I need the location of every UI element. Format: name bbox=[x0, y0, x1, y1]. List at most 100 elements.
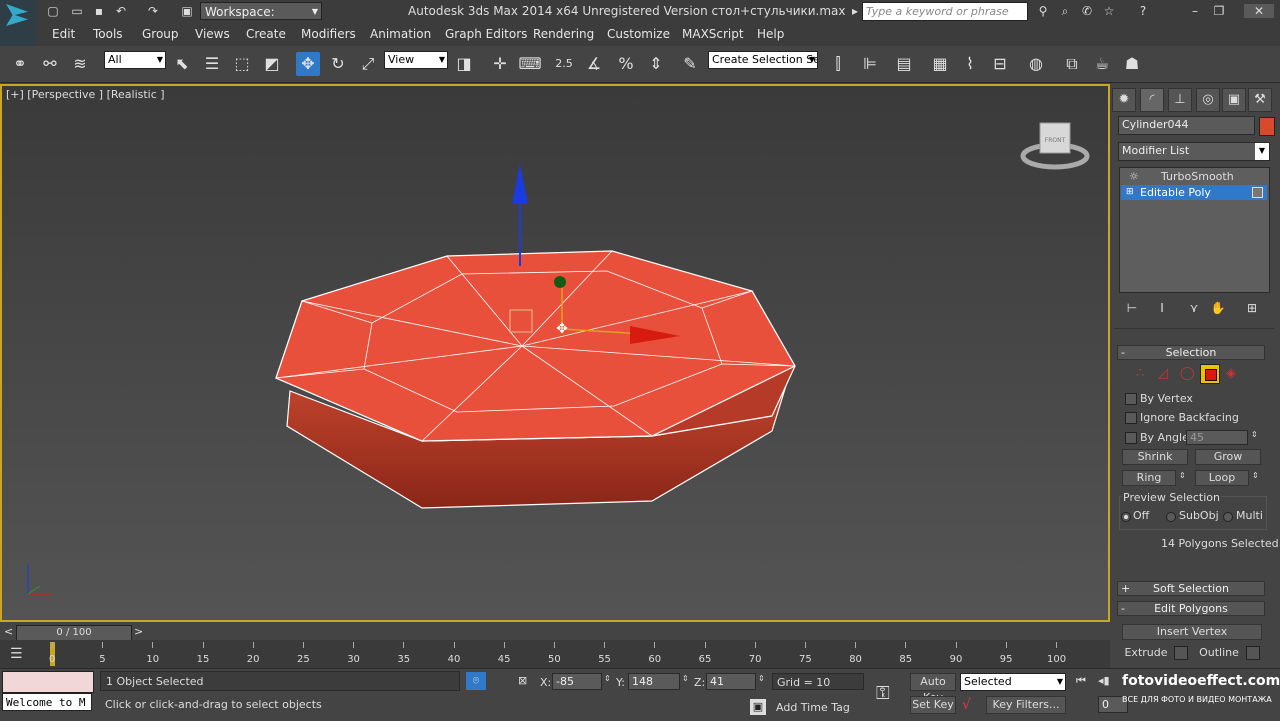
subscription-icon[interactable]: ⌕ bbox=[1058, 4, 1072, 18]
x-coordinate-field[interactable]: -85 bbox=[552, 673, 602, 690]
track-bar[interactable]: ☰ 0 5 10 15 20 25 30 35 40 45 50 55 60 65 70 75 80 85 90 95… bbox=[0, 640, 1110, 668]
select-and-rotate-icon[interactable]: ↻ bbox=[326, 52, 350, 76]
viewport-scene[interactable]: ✥ FRONT bbox=[2, 86, 1108, 620]
menu-modifiers[interactable]: Modifiers bbox=[301, 27, 356, 41]
material-editor-icon[interactable]: ◍ bbox=[1024, 52, 1048, 76]
spinner-arrows-icon[interactable]: ⇕ bbox=[1251, 430, 1258, 439]
menu-customize[interactable]: Customize bbox=[607, 27, 670, 41]
menu-maxscript[interactable]: MAXScript bbox=[682, 27, 744, 41]
previous-key-icon[interactable]: ◂▮ bbox=[1098, 674, 1110, 687]
vertex-mode-icon[interactable]: ∴ bbox=[1136, 366, 1144, 381]
outline-button[interactable]: Outline bbox=[1196, 646, 1242, 662]
y-coordinate-field[interactable]: 148 bbox=[628, 673, 680, 690]
set-key-button[interactable]: Set Key bbox=[910, 696, 956, 714]
lock-selection-icon[interactable]: ⌾ bbox=[466, 672, 486, 690]
selection-filter-dropdown[interactable]: All ▼ bbox=[104, 51, 166, 69]
perspective-viewport[interactable]: ✥ FRONT bbox=[0, 84, 1110, 622]
help-icon[interactable]: ? bbox=[1136, 4, 1150, 18]
binoculars-icon[interactable]: ⚲ bbox=[1036, 4, 1050, 18]
stack-item-turbosmooth[interactable]: ☼ TurboSmooth bbox=[1121, 169, 1267, 184]
layer-manager-icon[interactable]: ▤ bbox=[892, 52, 916, 76]
angle-spinner[interactable]: 45 bbox=[1186, 430, 1248, 445]
window-crossing-icon[interactable]: ◩ bbox=[260, 52, 284, 76]
select-by-name-icon[interactable]: ☰ bbox=[200, 52, 224, 76]
x-spinner-icon[interactable]: ⇕ bbox=[604, 674, 611, 683]
key-icon[interactable]: ⚿ bbox=[876, 683, 890, 704]
maxscript-listener-input[interactable]: Welcome to M bbox=[2, 693, 92, 711]
maxscript-listener-top[interactable] bbox=[2, 671, 94, 693]
menu-create[interactable]: Create bbox=[246, 27, 286, 41]
extrude-settings-icon[interactable] bbox=[1174, 646, 1188, 660]
motion-tab-icon[interactable]: ◎ bbox=[1196, 88, 1220, 112]
utilities-tab-icon[interactable]: ⚒ bbox=[1248, 88, 1272, 112]
reference-coordinate-dropdown[interactable]: View ▼ bbox=[384, 51, 448, 69]
undo-icon[interactable]: ↶ bbox=[114, 4, 128, 18]
ring-spinner-icon[interactable]: ⇕ bbox=[1179, 471, 1186, 480]
redo-icon[interactable]: ↷ bbox=[146, 4, 160, 18]
keyboard-shortcut-override-icon[interactable]: ⌨ bbox=[518, 52, 542, 76]
preview-subobj-radio[interactable] bbox=[1166, 512, 1176, 522]
bind-space-warp-icon[interactable]: ≋ bbox=[68, 52, 92, 76]
hierarchy-tab-icon[interactable]: ⊥ bbox=[1168, 88, 1192, 112]
link-icon[interactable]: ⚭ bbox=[8, 52, 32, 76]
z-coordinate-field[interactable]: 41 bbox=[706, 673, 756, 690]
edge-mode-icon[interactable]: ◿ bbox=[1158, 366, 1168, 381]
edit-polygons-rollout-header[interactable]: - Edit Polygons bbox=[1117, 601, 1265, 616]
search-input[interactable]: Type a keyword or phrase bbox=[862, 2, 1028, 21]
rectangular-selection-icon[interactable]: ⬚ bbox=[230, 52, 254, 76]
object-name-field[interactable]: Cylinder044 bbox=[1118, 116, 1255, 135]
percent-snap-icon[interactable]: % bbox=[614, 52, 638, 76]
stack-config-icon[interactable] bbox=[1252, 187, 1263, 198]
grow-button[interactable]: Grow bbox=[1195, 449, 1261, 465]
go-to-start-icon[interactable]: ⏮ bbox=[1076, 674, 1086, 688]
select-object-icon[interactable]: ⬉ bbox=[170, 52, 194, 76]
viewport-label[interactable]: [+] [Perspective ] [Realistic ] bbox=[6, 88, 165, 101]
align-icon[interactable]: ⊫ bbox=[858, 52, 882, 76]
auto-key-button[interactable]: Auto Key bbox=[910, 673, 956, 704]
render-production-icon[interactable]: ☗ bbox=[1120, 52, 1144, 76]
selection-rollout-header[interactable]: - Selection bbox=[1117, 345, 1265, 360]
shrink-button[interactable]: Shrink bbox=[1122, 449, 1188, 465]
unlink-icon[interactable]: ⚯ bbox=[38, 52, 62, 76]
modify-tab-icon[interactable]: ◜ bbox=[1140, 88, 1164, 112]
angle-snap-icon[interactable]: ∡ bbox=[582, 52, 606, 76]
configure-modifier-sets-icon[interactable]: ⊞ bbox=[1240, 296, 1264, 320]
favorites-star-icon[interactable]: ☆ bbox=[1102, 4, 1116, 18]
absolute-mode-icon[interactable]: ⊠ bbox=[518, 674, 527, 687]
stack-item-editable-poly[interactable]: ⊞ Editable Poly bbox=[1121, 185, 1267, 200]
app-logo[interactable] bbox=[0, 0, 36, 46]
border-mode-icon[interactable]: ◯ bbox=[1180, 366, 1195, 381]
curve-editor-icon[interactable]: ⌇ bbox=[958, 52, 982, 76]
by-angle-checkbox[interactable] bbox=[1125, 432, 1137, 444]
menu-group[interactable]: Group bbox=[142, 27, 179, 41]
add-time-tag-label[interactable]: Add Time Tag bbox=[776, 701, 850, 714]
curve-editor-mini-icon[interactable]: ☰ bbox=[10, 646, 23, 662]
communication-icon[interactable]: ✆ bbox=[1080, 4, 1094, 18]
object-color-swatch[interactable] bbox=[1259, 117, 1275, 136]
prev-frame-icon[interactable]: < bbox=[4, 625, 13, 638]
project-folder-icon[interactable]: ▣ bbox=[180, 4, 194, 18]
expand-arrow-icon[interactable]: ▸ bbox=[848, 4, 862, 18]
expand-plus-icon[interactable]: ⊞ bbox=[1126, 185, 1134, 200]
rendered-frame-window-icon[interactable]: ☕ bbox=[1090, 52, 1114, 76]
outline-settings-icon[interactable] bbox=[1246, 646, 1260, 660]
save-icon[interactable]: ▪ bbox=[92, 4, 106, 18]
menu-edit[interactable]: Edit bbox=[52, 27, 75, 41]
mirror-icon[interactable]: ⫿ bbox=[826, 52, 850, 76]
key-curve-icon[interactable]: √ bbox=[962, 697, 971, 713]
minimize-icon[interactable]: – bbox=[1188, 4, 1202, 18]
lightbulb-icon[interactable]: ☼ bbox=[1129, 169, 1139, 184]
insert-vertex-button[interactable]: Insert Vertex bbox=[1122, 624, 1262, 640]
show-end-result-icon[interactable]: Ⅰ bbox=[1150, 296, 1174, 320]
time-slider-thumb[interactable]: 0 / 100 bbox=[16, 625, 132, 641]
menu-views[interactable]: Views bbox=[195, 27, 230, 41]
spinner-snap-icon[interactable]: ⇕ bbox=[644, 52, 668, 76]
display-tab-icon[interactable]: ▣ bbox=[1222, 88, 1246, 112]
ring-button[interactable]: Ring bbox=[1122, 470, 1176, 486]
graphite-ribbon-icon[interactable]: ▦ bbox=[928, 52, 952, 76]
soft-selection-rollout-header[interactable]: + Soft Selection bbox=[1117, 581, 1265, 596]
menu-graph-editors[interactable]: Graph Editors bbox=[445, 27, 527, 41]
render-setup-icon[interactable]: ⧉ bbox=[1060, 52, 1084, 76]
remove-modifier-icon[interactable]: ✋ bbox=[1206, 296, 1230, 320]
menu-rendering[interactable]: Rendering bbox=[533, 27, 594, 41]
